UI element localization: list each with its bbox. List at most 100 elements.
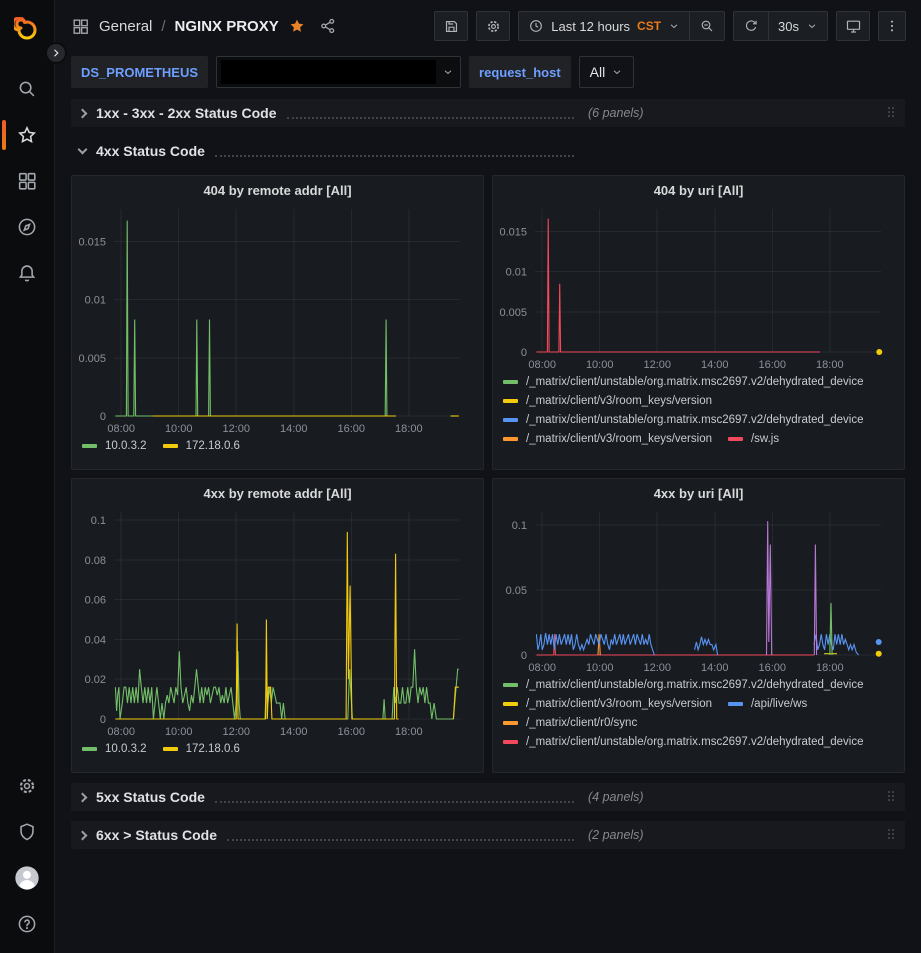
- panel-title[interactable]: 404 by remote addr [All]: [72, 176, 483, 200]
- dashboard-title[interactable]: NGINX PROXY: [175, 18, 279, 35]
- grafana-logo[interactable]: [0, 8, 54, 52]
- sidebar-bottom-group: [0, 763, 54, 953]
- breadcrumb-folder[interactable]: General: [99, 18, 152, 35]
- row-panel-count: (6 panels): [588, 106, 644, 120]
- refresh-interval-dropdown[interactable]: 30s: [768, 12, 827, 40]
- save-dashboard-button[interactable]: [434, 11, 468, 41]
- legend-item[interactable]: /_matrix/client/v3/room_keys/version: [503, 395, 712, 407]
- timeseries-chart[interactable]: 00.0050.010.01508:0010:0012:0014:0016:00…: [72, 200, 469, 438]
- row-4xx[interactable]: 4xx Status Code: [71, 137, 905, 165]
- favorite-star-icon[interactable]: [288, 17, 306, 35]
- legend-item[interactable]: 172.18.0.6: [163, 440, 240, 452]
- dashboard-toolbar: Last 12 hours CST: [434, 11, 906, 41]
- svg-text:12:00: 12:00: [222, 726, 250, 738]
- svg-text:16:00: 16:00: [338, 423, 366, 435]
- legend-swatch-icon: [503, 437, 518, 441]
- request-host-variable-label[interactable]: request_host: [469, 56, 571, 88]
- request-host-variable-select[interactable]: All: [579, 56, 635, 88]
- apps-grid-icon: [71, 17, 90, 36]
- svg-text:0: 0: [521, 347, 527, 359]
- legend-swatch-icon: [503, 399, 518, 403]
- timeseries-chart[interactable]: 00.020.040.060.080.108:0010:0012:0014:00…: [72, 503, 469, 741]
- avatar: [13, 864, 41, 892]
- legend-series-label: 172.18.0.6: [186, 440, 240, 452]
- legend-series-label: /_matrix/client/v3/room_keys/version: [526, 395, 712, 407]
- panel-title[interactable]: 404 by uri [All]: [493, 176, 904, 200]
- legend-swatch-icon: [163, 747, 178, 751]
- legend-swatch-icon: [82, 747, 97, 751]
- kebab-menu-button[interactable]: [878, 11, 906, 41]
- sidebar-item-starred[interactable]: [0, 112, 54, 158]
- panel-4xx-by-uri: 4xx by uri [All] 00.050.108:0010:0012:00…: [492, 478, 905, 773]
- search-icon: [16, 78, 38, 100]
- legend-series-label: 172.18.0.6: [186, 743, 240, 755]
- chevron-right-icon: [78, 792, 88, 802]
- legend-item[interactable]: /api/live/ws: [728, 698, 807, 710]
- row-title: 1xx - 3xx - 2xx Status Code: [96, 105, 277, 121]
- svg-text:08:00: 08:00: [528, 662, 556, 674]
- submenu: DS_PROMETHEUS request_host All: [55, 52, 921, 96]
- row-5xx[interactable]: 5xx Status Code (4 panels): [71, 783, 905, 811]
- time-range-picker[interactable]: Last 12 hours CST: [519, 12, 689, 40]
- refresh-button[interactable]: [734, 12, 768, 40]
- row-title: 6xx > Status Code: [96, 827, 217, 843]
- legend-series-label: 10.0.3.2: [105, 743, 147, 755]
- legend-item[interactable]: /sw.js: [728, 433, 779, 445]
- legend-item[interactable]: /_matrix/client/unstable/org.matrix.msc2…: [503, 679, 864, 691]
- datasource-variable-select[interactable]: [216, 56, 461, 88]
- sidebar-expand-button[interactable]: [45, 42, 67, 64]
- timeseries-chart[interactable]: 00.0050.010.01508:0010:0012:0014:0016:00…: [493, 200, 890, 374]
- sidebar-item-explore[interactable]: [0, 204, 54, 250]
- sidebar-item-security[interactable]: [0, 809, 54, 855]
- shield-icon: [16, 821, 38, 843]
- row-dotted-leader: [227, 829, 574, 841]
- zoom-out-button[interactable]: [689, 12, 724, 40]
- row-1xx-3xx-2xx[interactable]: 1xx - 3xx - 2xx Status Code (6 panels): [71, 99, 905, 127]
- datasource-variable-label[interactable]: DS_PROMETHEUS: [71, 56, 208, 88]
- legend-swatch-icon: [503, 683, 518, 687]
- legend-item[interactable]: 172.18.0.6: [163, 743, 240, 755]
- drag-handle-icon[interactable]: [883, 826, 899, 842]
- dashboards-grid-icon: [16, 170, 38, 192]
- legend-item[interactable]: /_matrix/client/v3/room_keys/version: [503, 433, 712, 445]
- row-6xx[interactable]: 6xx > Status Code (2 panels): [71, 821, 905, 849]
- svg-text:0.08: 0.08: [85, 555, 106, 567]
- drag-handle-icon[interactable]: [883, 104, 899, 120]
- panel-title[interactable]: 4xx by remote addr [All]: [72, 479, 483, 503]
- legend-swatch-icon: [503, 418, 518, 422]
- request-host-variable-value: All: [590, 64, 606, 80]
- sidebar-item-profile[interactable]: [0, 855, 54, 901]
- row-dotted-leader: [287, 107, 574, 119]
- sidebar-item-dashboards[interactable]: [0, 158, 54, 204]
- legend-item[interactable]: 10.0.3.2: [82, 743, 147, 755]
- svg-text:08:00: 08:00: [528, 359, 556, 371]
- sidebar-item-search[interactable]: [0, 66, 54, 112]
- legend-item[interactable]: /_matrix/client/r0/sync: [503, 717, 637, 729]
- drag-handle-icon[interactable]: [883, 788, 899, 804]
- panel-legend: 10.0.3.2 172.18.0.6: [72, 741, 483, 762]
- legend-item[interactable]: /_matrix/client/unstable/org.matrix.msc2…: [503, 414, 864, 426]
- panel-grid: 404 by remote addr [All] 00.0050.010.015…: [71, 175, 905, 773]
- timezone-label: CST: [637, 19, 661, 33]
- tv-mode-button[interactable]: [836, 11, 870, 41]
- svg-text:18:00: 18:00: [395, 423, 423, 435]
- panel-title[interactable]: 4xx by uri [All]: [493, 479, 904, 503]
- sidebar-item-settings[interactable]: [0, 763, 54, 809]
- sidebar-item-help[interactable]: [0, 901, 54, 947]
- legend-item[interactable]: /_matrix/client/unstable/org.matrix.msc2…: [503, 736, 864, 748]
- dashboard-settings-button[interactable]: [476, 11, 510, 41]
- legend-item[interactable]: /_matrix/client/v3/room_keys/version: [503, 698, 712, 710]
- legend-item[interactable]: /_matrix/client/unstable/org.matrix.msc2…: [503, 376, 864, 388]
- help-icon: [16, 913, 38, 935]
- timeseries-chart[interactable]: 00.050.108:0010:0012:0014:0016:0018:00: [493, 503, 890, 677]
- chevron-down-icon: [806, 20, 818, 32]
- svg-text:0.1: 0.1: [512, 520, 527, 532]
- legend-series-label: /_matrix/client/unstable/org.matrix.msc2…: [526, 376, 864, 388]
- legend-item[interactable]: 10.0.3.2: [82, 440, 147, 452]
- chevron-right-icon: [78, 830, 88, 840]
- chevron-down-icon: [442, 66, 454, 78]
- breadcrumb-separator: /: [161, 18, 165, 35]
- sidebar-item-alerting[interactable]: [0, 250, 54, 296]
- legend-swatch-icon: [503, 702, 518, 706]
- share-icon[interactable]: [319, 17, 337, 35]
